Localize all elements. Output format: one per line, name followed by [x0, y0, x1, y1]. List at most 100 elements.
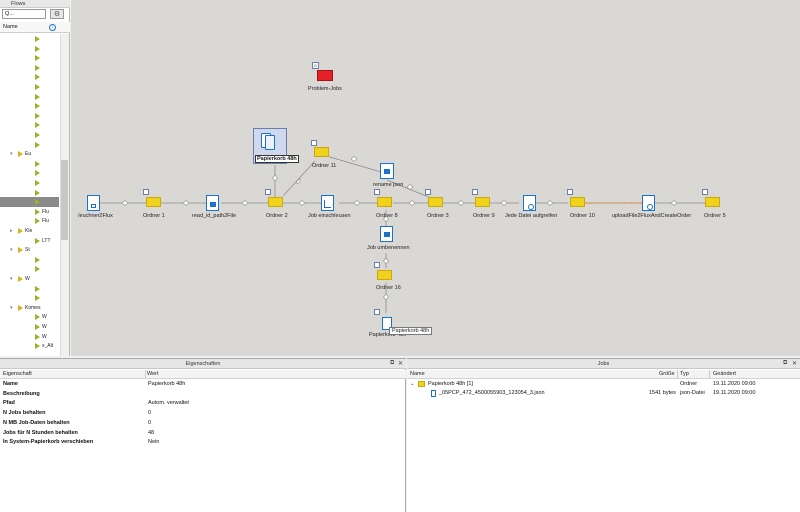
column-divider[interactable] — [709, 370, 710, 379]
restore-icon[interactable]: ⧉ — [390, 360, 394, 367]
tree-item[interactable] — [0, 159, 59, 169]
euchner2flux-node[interactable] — [87, 195, 100, 211]
property-value[interactable]: 0 — [148, 419, 151, 428]
sort-icon[interactable]: ↓ — [49, 24, 56, 31]
badge-icon — [472, 189, 478, 195]
flows-column-name[interactable]: Name — [0, 22, 70, 33]
jobs-row-name[interactable]: Papierkorb 48h [1] — [428, 380, 473, 389]
chevron-down-icon[interactable]: ▾ — [10, 245, 13, 255]
flow-canvas[interactable]: 0 Problem-Jobs Papierkorb 48h Ordner 11 … — [71, 0, 800, 356]
close-icon[interactable]: ✕ — [398, 360, 403, 367]
tree-item[interactable] — [0, 168, 59, 178]
flow-icon — [35, 285, 40, 292]
tree-item[interactable]: ▸ Kle — [0, 226, 59, 236]
tree-item[interactable] — [0, 255, 59, 265]
tree-item[interactable] — [0, 92, 59, 102]
jobs-col-type[interactable]: Typ — [680, 370, 700, 379]
tree-item[interactable]: ▾ Eu — [0, 149, 59, 159]
tree-item[interactable]: LTT — [0, 236, 59, 246]
flows-panel: Flows Q... ⚙ Name ↓ ▾ Eu Flu Flu ▸ Kle LTT ▾ St ▾… — [0, 0, 70, 356]
job-einschleusen-label: Job einschleusen — [308, 213, 351, 219]
column-divider[interactable] — [677, 370, 678, 379]
tree-item[interactable]: Flu — [0, 216, 59, 226]
gear-icon[interactable]: ⚙ — [50, 9, 64, 19]
properties-col-value[interactable]: Wert — [147, 370, 347, 379]
property-value[interactable]: 48 — [148, 429, 154, 438]
euchner2flux-label: /euchner2Flux — [78, 213, 113, 219]
badge-icon — [265, 189, 271, 195]
property-value[interactable]: 0 — [148, 409, 151, 418]
tree-item[interactable] — [0, 188, 59, 198]
column-divider[interactable] — [145, 370, 146, 379]
tree-item[interactable] — [0, 130, 59, 140]
jobs-col-size[interactable]: Größe — [659, 370, 679, 379]
folder-icon — [418, 381, 425, 387]
ordner9-node[interactable] — [472, 189, 492, 207]
ordner16-node[interactable] — [374, 262, 394, 280]
ordner5-node[interactable] — [702, 189, 722, 207]
flows-scrollbar-thumb[interactable] — [61, 160, 68, 240]
tree-item[interactable] — [0, 178, 59, 188]
tree-item[interactable] — [0, 34, 59, 44]
ordner11-node[interactable] — [311, 140, 331, 158]
tree-item[interactable] — [0, 264, 59, 274]
tree-item[interactable] — [0, 82, 59, 92]
flows-search-input[interactable]: Q... — [2, 9, 46, 19]
jobs-row-name[interactable]: _05PCP_472_4500055903_123054_3.json — [439, 389, 545, 398]
tree-item[interactable] — [0, 111, 59, 121]
ordner8-node[interactable] — [374, 189, 394, 207]
property-value[interactable]: Nein — [148, 438, 159, 447]
property-value[interactable]: Papierkorb 48h — [148, 380, 185, 389]
chevron-down-icon[interactable]: ▾ — [10, 274, 13, 284]
tree-item[interactable]: W — [0, 332, 59, 342]
ordner1-node[interactable] — [143, 189, 163, 207]
tree-item[interactable] — [0, 63, 59, 73]
tree-item[interactable] — [0, 120, 59, 130]
read-id-node[interactable] — [206, 195, 219, 211]
job-einschleusen-node[interactable] — [321, 195, 334, 211]
tree-item[interactable]: ▾ W — [0, 274, 59, 284]
jobs-col-changed[interactable]: Geändert — [713, 370, 753, 379]
tree-item[interactable]: Flu — [0, 207, 59, 217]
restore-icon[interactable]: ⧉ — [783, 360, 787, 367]
tree-item[interactable]: W — [0, 322, 59, 332]
flow-icon — [35, 189, 40, 196]
tree-item[interactable] — [0, 197, 59, 208]
folder-icon — [146, 197, 161, 207]
ordner10-node[interactable] — [567, 189, 587, 207]
tree-item[interactable] — [0, 293, 59, 303]
tree-item[interactable]: W — [0, 312, 59, 322]
tree-item[interactable] — [0, 53, 59, 63]
jobs-row-size: 1541 bytes — [649, 390, 676, 396]
ordner2-node[interactable] — [265, 189, 285, 207]
property-value[interactable]: Autom. verwaltet — [148, 399, 189, 408]
folder-icon — [18, 304, 23, 311]
papierkorb-top-label: Papierkorb 48h — [255, 155, 299, 163]
tree-item[interactable] — [0, 44, 59, 54]
tree-item[interactable] — [0, 284, 59, 294]
tree-item[interactable]: x_Alt — [0, 341, 59, 351]
chevron-down-icon[interactable]: ▾ — [10, 149, 13, 159]
tree-item[interactable]: ▾ St — [0, 245, 59, 255]
rename-json-node[interactable] — [380, 163, 394, 179]
jede-datei-node[interactable] — [523, 195, 536, 211]
tree-item[interactable] — [0, 101, 59, 111]
ordner1-label: Ordner 1 — [143, 213, 165, 219]
upload-file-node[interactable] — [642, 195, 655, 211]
chevron-right-icon[interactable]: ▸ — [10, 226, 13, 236]
tree-item[interactable] — [0, 72, 59, 82]
script-icon — [210, 202, 216, 207]
ordner3-node[interactable] — [425, 189, 445, 207]
close-icon[interactable]: ✕ — [792, 360, 797, 367]
chevron-down-icon[interactable]: ⌄ — [410, 380, 415, 389]
flow-icon — [35, 180, 40, 186]
chevron-down-icon[interactable]: ▾ — [10, 303, 13, 313]
flow-icon — [35, 64, 40, 71]
flow-icon — [35, 218, 40, 225]
job-umbenennen-node[interactable] — [380, 226, 393, 242]
ordner3-label: Ordner 3 — [427, 213, 449, 219]
tree-item-label: W — [42, 324, 47, 330]
tree-item[interactable] — [0, 140, 59, 150]
problem-folder-icon — [317, 70, 333, 81]
tree-item[interactable]: ▾ Komes — [0, 303, 59, 313]
